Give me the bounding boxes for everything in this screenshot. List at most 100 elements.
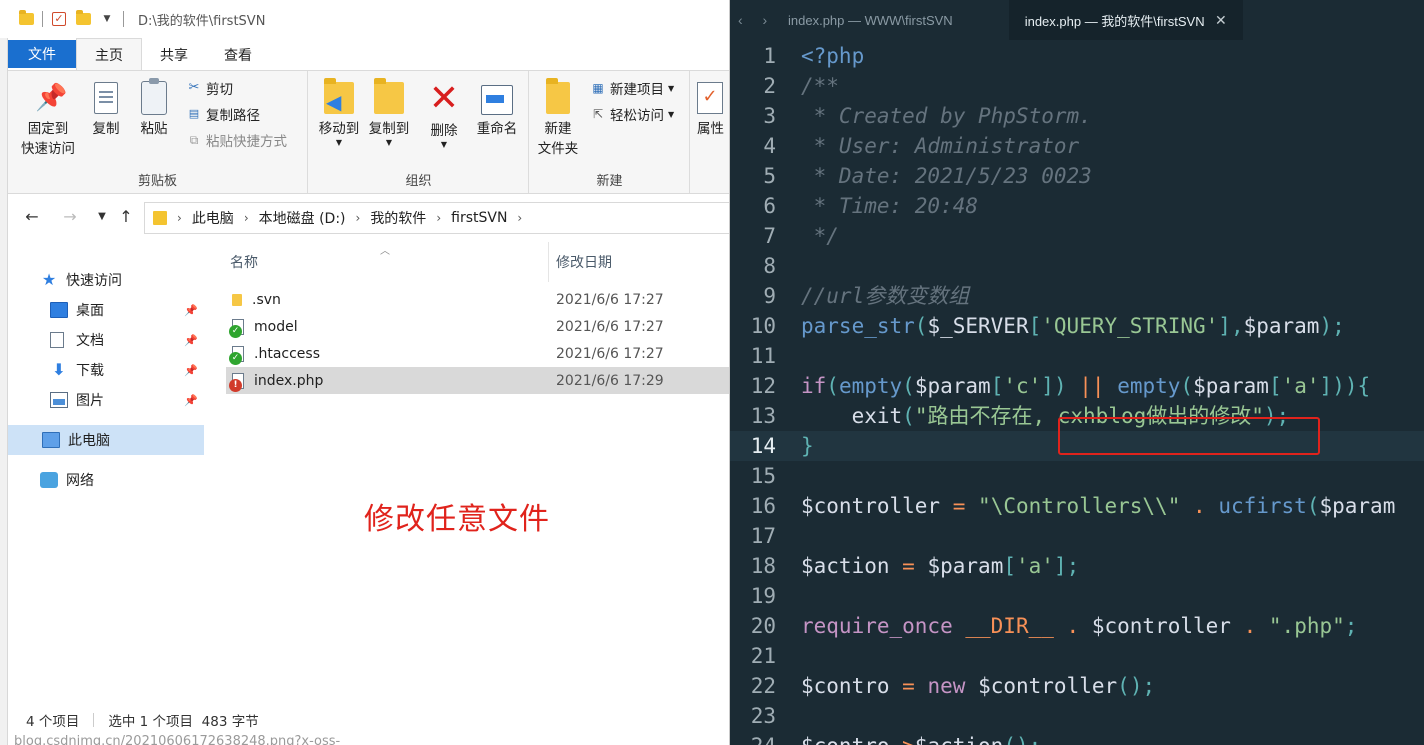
nav-quick-access[interactable]: ★ 快速访问	[8, 265, 204, 295]
code-line[interactable]: 22 $contro = new $controller();	[730, 671, 1424, 701]
code-line[interactable]: 11	[730, 341, 1424, 371]
move-to-button[interactable]: ◀ 移动到 ▼	[311, 78, 367, 147]
line-number: 21	[750, 644, 776, 668]
code-line[interactable]: 4 * User: Administrator	[730, 131, 1424, 161]
copy-path-button[interactable]: ▤ 复制路径	[186, 103, 260, 125]
line-number: 3	[763, 104, 776, 128]
new-item-button[interactable]: ▦ 新建项目 ▼	[590, 77, 674, 99]
chevron-right-icon[interactable]: ›	[517, 211, 522, 225]
cut-button[interactable]: ✂ 剪切	[186, 77, 233, 99]
line-number: 6	[763, 194, 776, 218]
chevron-down-icon[interactable]: ▼	[99, 11, 115, 27]
annotation-text: 修改任意文件	[364, 502, 550, 537]
properties-button[interactable]: ✓ 属性	[697, 79, 729, 139]
code-line[interactable]: 24 $contro->$action();	[730, 731, 1424, 745]
download-arrow-icon: ⬇	[52, 360, 66, 379]
breadcrumb-this-pc[interactable]: 此电脑	[192, 208, 234, 228]
chevron-right-icon[interactable]: ›	[436, 211, 441, 225]
paste-button[interactable]: 粘贴	[126, 78, 182, 139]
pin-to-quick-access-button[interactable]: 📌 固定到 快速访问	[12, 79, 84, 159]
code-line[interactable]: 15	[730, 461, 1424, 491]
breadcrumb-firstsvn[interactable]: firstSVN	[451, 210, 507, 226]
close-icon[interactable]: ✕	[1215, 12, 1227, 29]
code-line[interactable]: 19	[730, 581, 1424, 611]
new-folder-icon[interactable]	[75, 10, 91, 27]
pin-icon[interactable]: 📌	[184, 334, 198, 347]
documents-icon	[50, 332, 64, 348]
nav-this-pc[interactable]: 此电脑	[8, 425, 204, 455]
back-arrow-icon[interactable]: ←	[22, 207, 42, 227]
chevron-right-icon[interactable]: ›	[244, 211, 249, 225]
nav-network-label: 网络	[66, 473, 94, 489]
tab-home[interactable]: 主页	[76, 38, 142, 70]
tab-file[interactable]: 文件	[8, 40, 76, 68]
code-line[interactable]: 12 if(empty($param['c']) || empty($param[…	[730, 371, 1424, 401]
tab-view[interactable]: 查看	[206, 40, 270, 70]
nav-item-label: 桌面	[76, 303, 104, 319]
paste-shortcut-button[interactable]: ⧉ 粘贴快捷方式	[186, 129, 287, 151]
nav-network[interactable]: 网络	[8, 465, 204, 495]
column-header-name[interactable]: 名称	[230, 252, 258, 272]
code-text: <?php	[801, 44, 865, 68]
copy-to-button[interactable]: 复制到 ▼	[361, 78, 417, 147]
easy-access-button[interactable]: ⇱ 轻松访问 ▼	[590, 103, 674, 125]
chevron-down-icon: ▼	[668, 83, 675, 93]
code-line[interactable]: 1 <?php	[730, 41, 1424, 71]
new-folder-button[interactable]: 新建 文件夹	[530, 78, 586, 159]
code-text: }	[801, 434, 814, 458]
tab-nav-arrows-icon[interactable]: ‹ ›	[730, 12, 784, 28]
file-row[interactable]: model 2021/6/6 17:27	[226, 313, 729, 340]
pictures-icon	[50, 392, 68, 408]
breadcrumb-drive-d[interactable]: 本地磁盘 (D:)	[259, 208, 346, 228]
code-line[interactable]: 10 parse_str($_SERVER['QUERY_STRING'],$pa…	[730, 311, 1424, 341]
code-line[interactable]: 6 * Time: 20:48	[730, 191, 1424, 221]
file-row[interactable]: index.php 2021/6/6 17:29	[226, 367, 729, 394]
file-row[interactable]: .svn 2021/6/6 17:27	[226, 286, 729, 313]
code-line[interactable]: 8	[730, 251, 1424, 281]
properties-check-icon[interactable]: ✓	[51, 11, 67, 27]
pin-icon[interactable]: 📌	[184, 304, 198, 317]
nav-item-desktop[interactable]: 桌面 📌	[8, 295, 204, 325]
code-line[interactable]: 5 * Date: 2021/5/23 0023	[730, 161, 1424, 191]
code-line[interactable]: 7 */	[730, 221, 1424, 251]
code-line[interactable]: 2 /**	[730, 71, 1424, 101]
editor-tab-active[interactable]: index.php — 我的软件\firstSVN ✕	[1008, 0, 1243, 40]
column-divider[interactable]	[548, 242, 549, 282]
file-date: 2021/6/6 17:27	[556, 291, 664, 308]
editor-tab[interactable]: index.php — WWW\firstSVN	[784, 0, 969, 40]
breadcrumb-my-software[interactable]: 我的软件	[370, 208, 426, 228]
column-header-date[interactable]: 修改日期	[556, 252, 612, 272]
new-group-label: 新建	[596, 174, 623, 189]
recent-locations-chevron-icon[interactable]: ▼	[92, 207, 112, 227]
code-line[interactable]: 9 //url参数变数组	[730, 281, 1424, 311]
ribbon: 📌 固定到 快速访问 复制 粘贴 ✂ 剪切 ▤ 复制路径 ⧉ 粘贴快捷方式 剪贴…	[8, 70, 729, 194]
code-line[interactable]: 20 require_once __DIR__ . $controller . "…	[730, 611, 1424, 641]
pin-icon[interactable]: 📌	[184, 364, 198, 377]
chevron-right-icon[interactable]: ›	[356, 211, 361, 225]
forward-arrow-icon[interactable]: →	[60, 207, 80, 227]
code-line[interactable]: 18 $action = $param['a'];	[730, 551, 1424, 581]
file-name: model	[254, 318, 298, 335]
nav-item-documents[interactable]: 文档 📌	[8, 325, 204, 355]
nav-item-downloads[interactable]: ⬇ 下载 📌	[8, 355, 204, 385]
tab-share[interactable]: 共享	[142, 40, 206, 70]
code-line[interactable]: 23	[730, 701, 1424, 731]
line-number: 8	[763, 254, 776, 278]
nav-quick-access-label: 快速访问	[66, 273, 122, 289]
up-arrow-icon[interactable]: ↑	[116, 207, 136, 227]
line-number: 2	[763, 74, 776, 98]
line-number: 23	[750, 704, 776, 728]
code-line[interactable]: 21	[730, 641, 1424, 671]
rename-button[interactable]: 重命名	[469, 79, 525, 139]
delete-button[interactable]: ✕ 删除 ▼	[419, 79, 469, 149]
address-bar[interactable]: › 此电脑 › 本地磁盘 (D:) › 我的软件 › firstSVN ›	[144, 202, 729, 234]
nav-item-pictures[interactable]: 图片 📌	[8, 385, 204, 415]
file-row[interactable]: .htaccess 2021/6/6 17:27	[226, 340, 729, 367]
code-line[interactable]: 16 $controller = "\Controllers\\" . ucfir…	[730, 491, 1424, 521]
pin-icon[interactable]: 📌	[184, 394, 198, 407]
code-area[interactable]: 1 <?php 2/** 3 * Created by PhpStorm. 4 * Us…	[730, 40, 1424, 745]
code-line[interactable]: 3 * Created by PhpStorm.	[730, 101, 1424, 131]
code-line[interactable]: 17	[730, 521, 1424, 551]
chevron-right-icon[interactable]: ›	[177, 211, 182, 225]
code-text: * Created by PhpStorm.	[801, 104, 1092, 128]
